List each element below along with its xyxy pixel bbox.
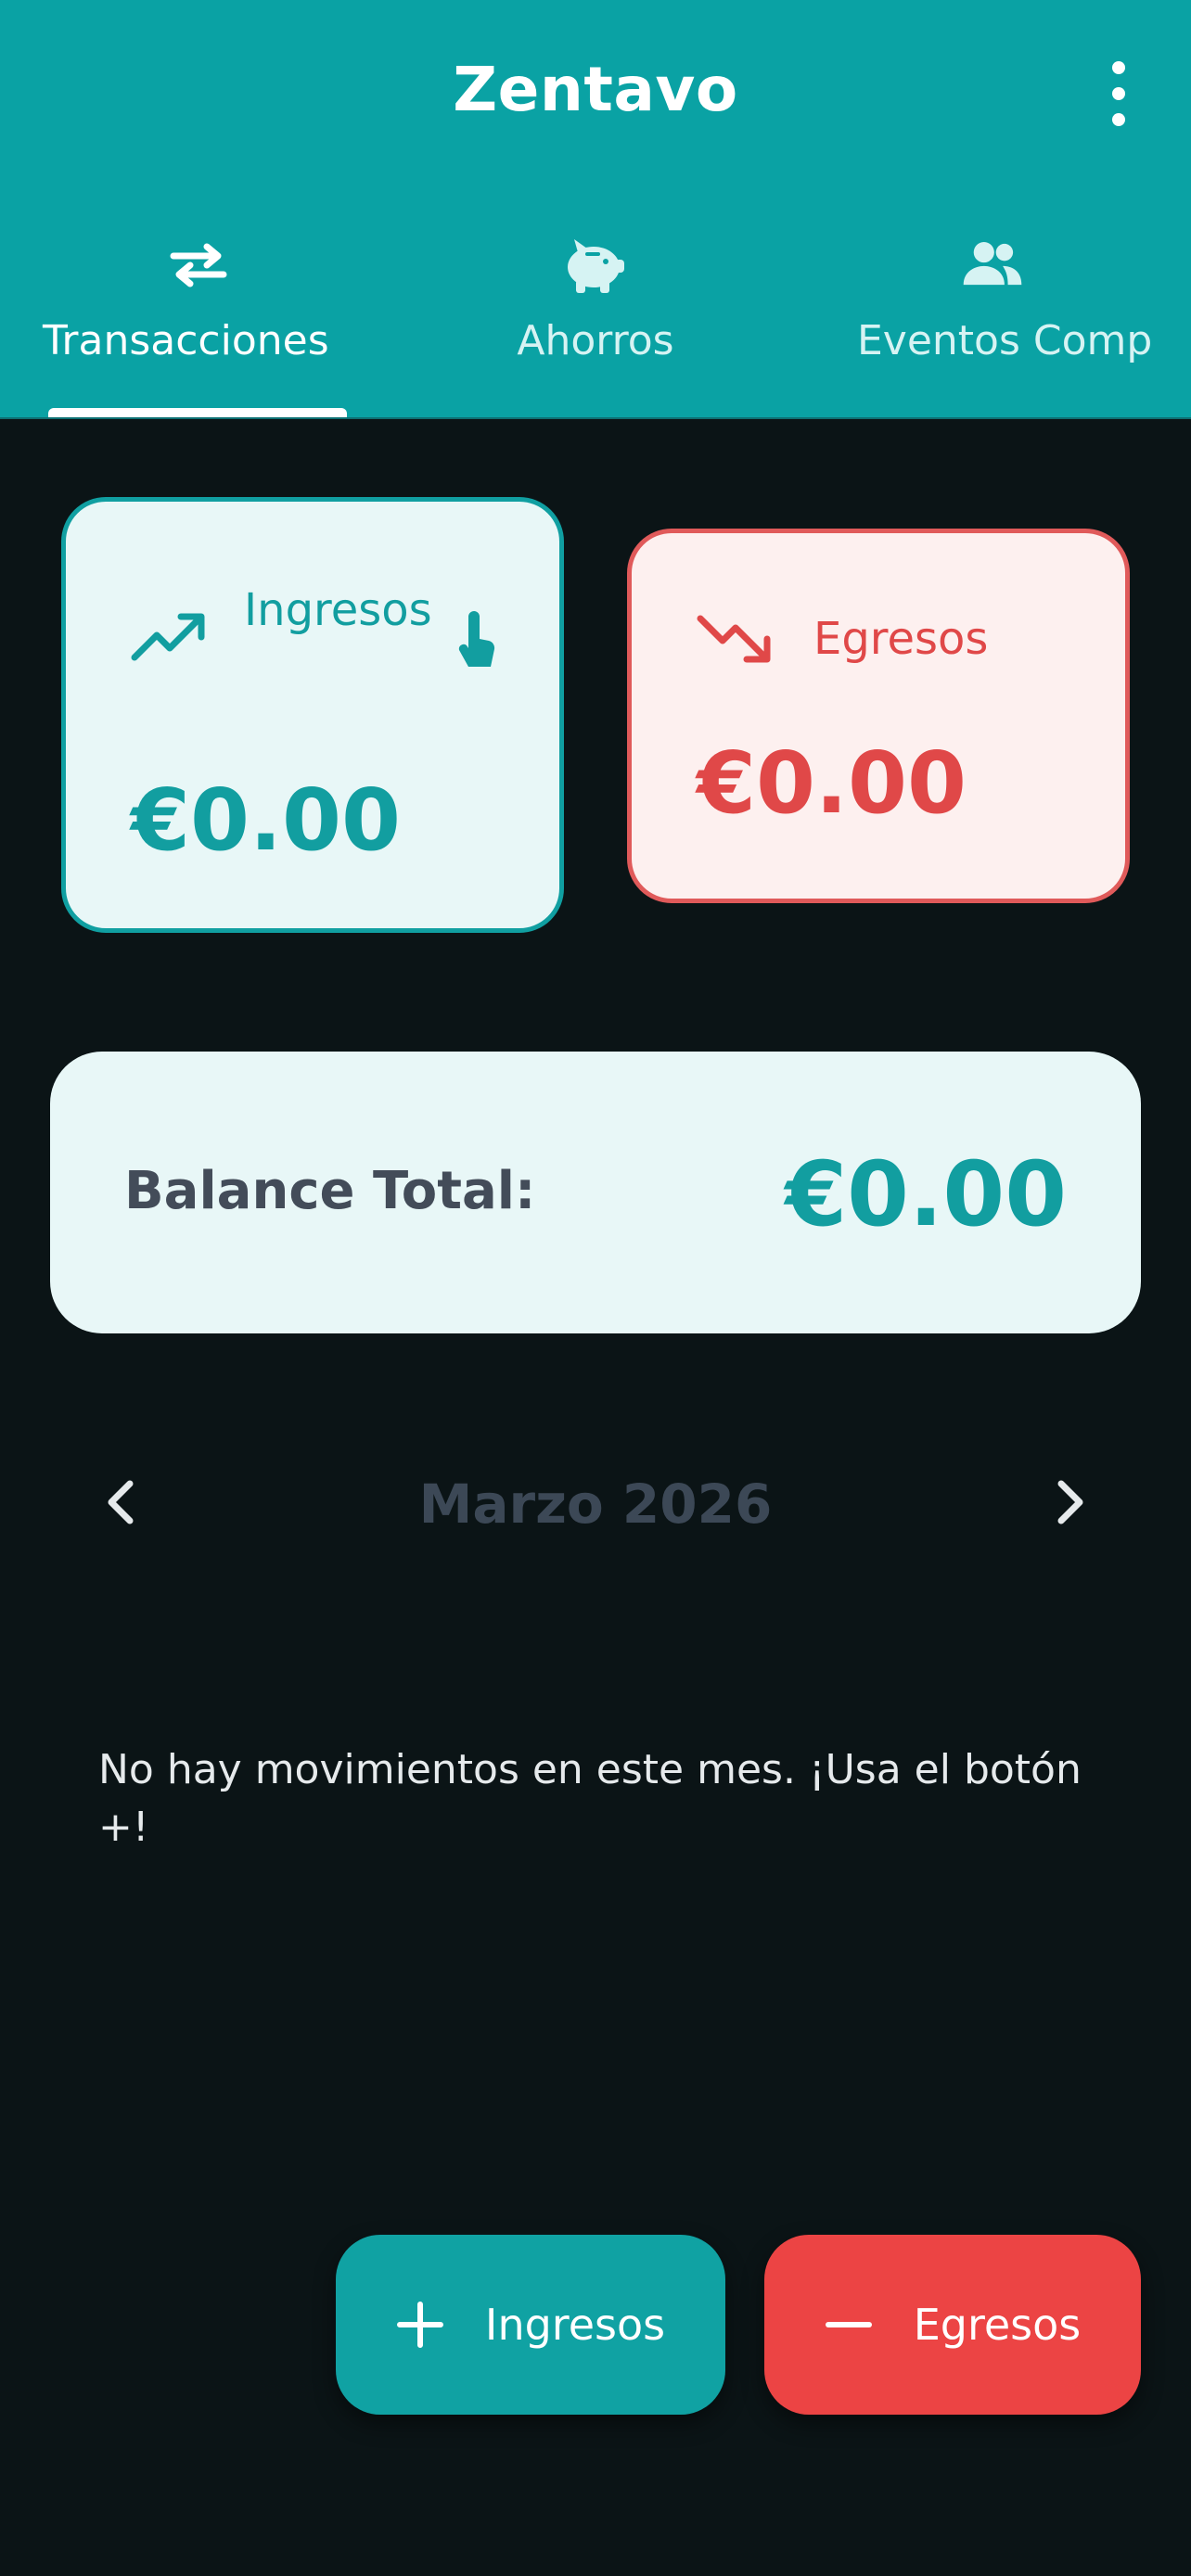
trending-up-icon (131, 611, 207, 667)
swap-arrows-icon (166, 232, 231, 297)
expense-amount: €0.00 (697, 733, 967, 833)
tab-ahorros[interactable]: Ahorros (397, 232, 794, 417)
active-tab-indicator (48, 408, 347, 417)
chevron-right-icon[interactable] (1046, 1476, 1093, 1528)
group-icon (960, 232, 1025, 297)
balance-label: Balance Total: (124, 1161, 536, 1221)
expense-label: Egresos (813, 613, 989, 665)
current-month-label: Marzo 2026 (418, 1473, 773, 1536)
balance-card: Balance Total: €0.00 (50, 1052, 1141, 1333)
add-income-button[interactable]: Ingresos (336, 2235, 725, 2415)
add-income-label: Ingresos (484, 2300, 666, 2350)
minus-icon (825, 2301, 873, 2349)
tab-label: Ahorros (517, 317, 674, 364)
income-summary-card[interactable]: Ingresos €0.00 (61, 497, 564, 933)
trending-down-icon (697, 613, 773, 669)
tab-eventos-compartidos[interactable]: Eventos Comp (794, 232, 1191, 417)
month-navigator: Marzo 2026 (0, 1456, 1191, 1549)
tab-transacciones[interactable]: Transacciones (0, 232, 397, 417)
plus-icon (396, 2301, 444, 2349)
expense-summary-card[interactable]: Egresos €0.00 (627, 529, 1130, 903)
app-bar: Zentavo Transacciones Ahorros Eventos Co… (0, 0, 1191, 419)
tab-label: Transacciones (43, 317, 329, 364)
add-expense-button[interactable]: Egresos (764, 2235, 1141, 2415)
empty-state-message: No hay movimientos en este mes. ¡Usa el … (98, 1746, 1082, 1851)
balance-amount: €0.00 (785, 1142, 1067, 1246)
add-expense-label: Egresos (913, 2300, 1082, 2350)
income-label: Ingresos (244, 584, 432, 636)
income-amount: €0.00 (131, 771, 402, 870)
app-title: Zentavo (453, 54, 738, 125)
touch-icon (455, 611, 496, 676)
piggy-bank-icon (563, 232, 628, 297)
tab-label: Eventos Comp (857, 317, 1153, 364)
more-vertical-icon[interactable] (1098, 61, 1139, 126)
